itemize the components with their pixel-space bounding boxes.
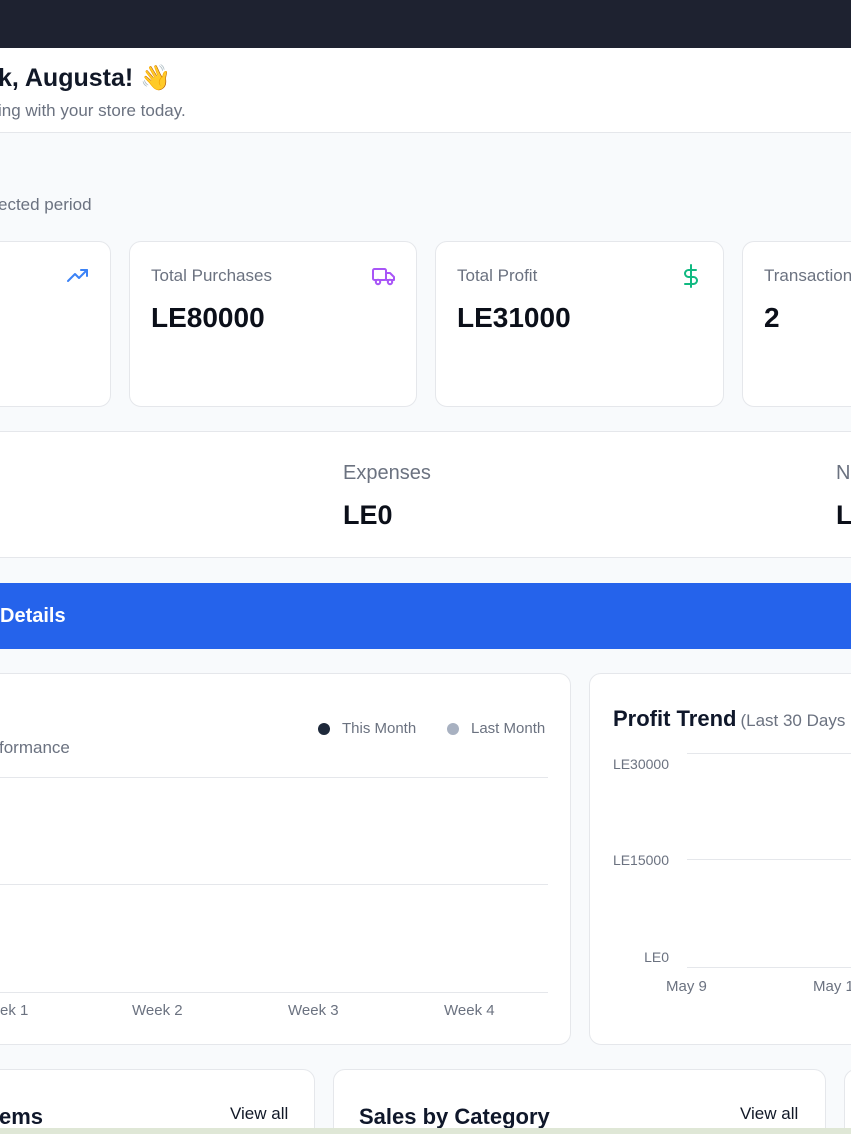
- expenses-label: Expenses: [343, 462, 431, 484]
- legend-dot-icon: [447, 722, 459, 735]
- stat-card-label: Transaction: [764, 266, 851, 285]
- performance-chart-panel: formance This Month Last Month ek 1 Week…: [0, 673, 571, 1045]
- stat-card-value: 2: [764, 302, 780, 333]
- sales-by-category-card: Sales by Category View all: [333, 1069, 826, 1134]
- y-tick-label: LE15000: [612, 852, 669, 868]
- profit-trend-panel: Profit Trend (Last 30 Days LE30000 LE1500…: [589, 673, 851, 1045]
- view-all-link[interactable]: View all: [740, 1104, 798, 1124]
- sales-by-category-title: Sales by Category: [359, 1104, 550, 1129]
- grid-line: [0, 992, 548, 993]
- stat-card-value: LE80000: [151, 302, 265, 333]
- legend-label: This Month: [342, 720, 417, 737]
- stat-card-label: Total Profit: [457, 266, 538, 285]
- bottom-edge-strip: [0, 1128, 851, 1134]
- profit-trend-subtitle: (Last 30 Days: [740, 711, 846, 730]
- expenses-value: LE0: [343, 500, 393, 530]
- x-tick-label: ek 1: [0, 1002, 29, 1019]
- greeting-title: k, Augusta! 👋: [0, 64, 172, 92]
- financial-summary: Expenses LE0 N L: [0, 431, 851, 558]
- legend-label: Last Month: [471, 720, 546, 737]
- page-header: k, Augusta! 👋 ing with your store today.: [0, 48, 851, 133]
- grid-line: [687, 859, 851, 860]
- period-note: ected period: [0, 195, 92, 214]
- stat-card-sales: [0, 241, 111, 407]
- y-tick-label: LE30000: [612, 756, 669, 772]
- stat-card-purchases: Total Purchases LE80000: [129, 241, 417, 407]
- greeting-subtitle: ing with your store today.: [0, 101, 186, 120]
- stat-card-profit: Total Profit LE31000: [435, 241, 724, 407]
- top-items-card: ems View all: [0, 1069, 315, 1134]
- view-all-link[interactable]: View all: [230, 1104, 288, 1124]
- top-items-title: ems: [0, 1104, 44, 1129]
- profit-trend-title-text: Profit Trend: [613, 706, 737, 731]
- grid-line: [0, 884, 548, 885]
- net-label: N: [836, 462, 851, 484]
- x-tick-label: May 9: [666, 978, 707, 995]
- grid-line: [687, 967, 851, 968]
- net-value: L: [836, 500, 851, 530]
- grid-line: [0, 777, 548, 778]
- profit-trend-title: Profit Trend (Last 30 Days: [613, 706, 845, 732]
- legend-last-month[interactable]: Last Month: [447, 720, 545, 737]
- x-tick-label: Week 3: [288, 1002, 339, 1019]
- legend-this-month[interactable]: This Month: [318, 720, 416, 737]
- x-tick-label: Week 4: [444, 1002, 495, 1019]
- legend-dot-icon: [318, 722, 330, 735]
- grid-line: [687, 753, 851, 754]
- y-tick-label: LE0: [644, 949, 669, 965]
- top-navbar: [0, 0, 851, 48]
- partial-card: [844, 1069, 851, 1134]
- x-tick-label: Week 2: [132, 1002, 183, 1019]
- trending-up-icon: [67, 269, 88, 282]
- details-title: Details: [0, 605, 66, 627]
- stat-card-label: Total Purchases: [151, 266, 272, 285]
- dollar-icon: [684, 264, 698, 288]
- truck-icon: [372, 268, 395, 286]
- stat-card-value: LE31000: [457, 302, 571, 333]
- details-section-bar[interactable]: Details: [0, 583, 851, 649]
- performance-subtitle: formance: [0, 738, 70, 757]
- x-tick-label: May 1: [813, 978, 851, 995]
- stat-card-transactions: Transaction 2: [742, 241, 851, 407]
